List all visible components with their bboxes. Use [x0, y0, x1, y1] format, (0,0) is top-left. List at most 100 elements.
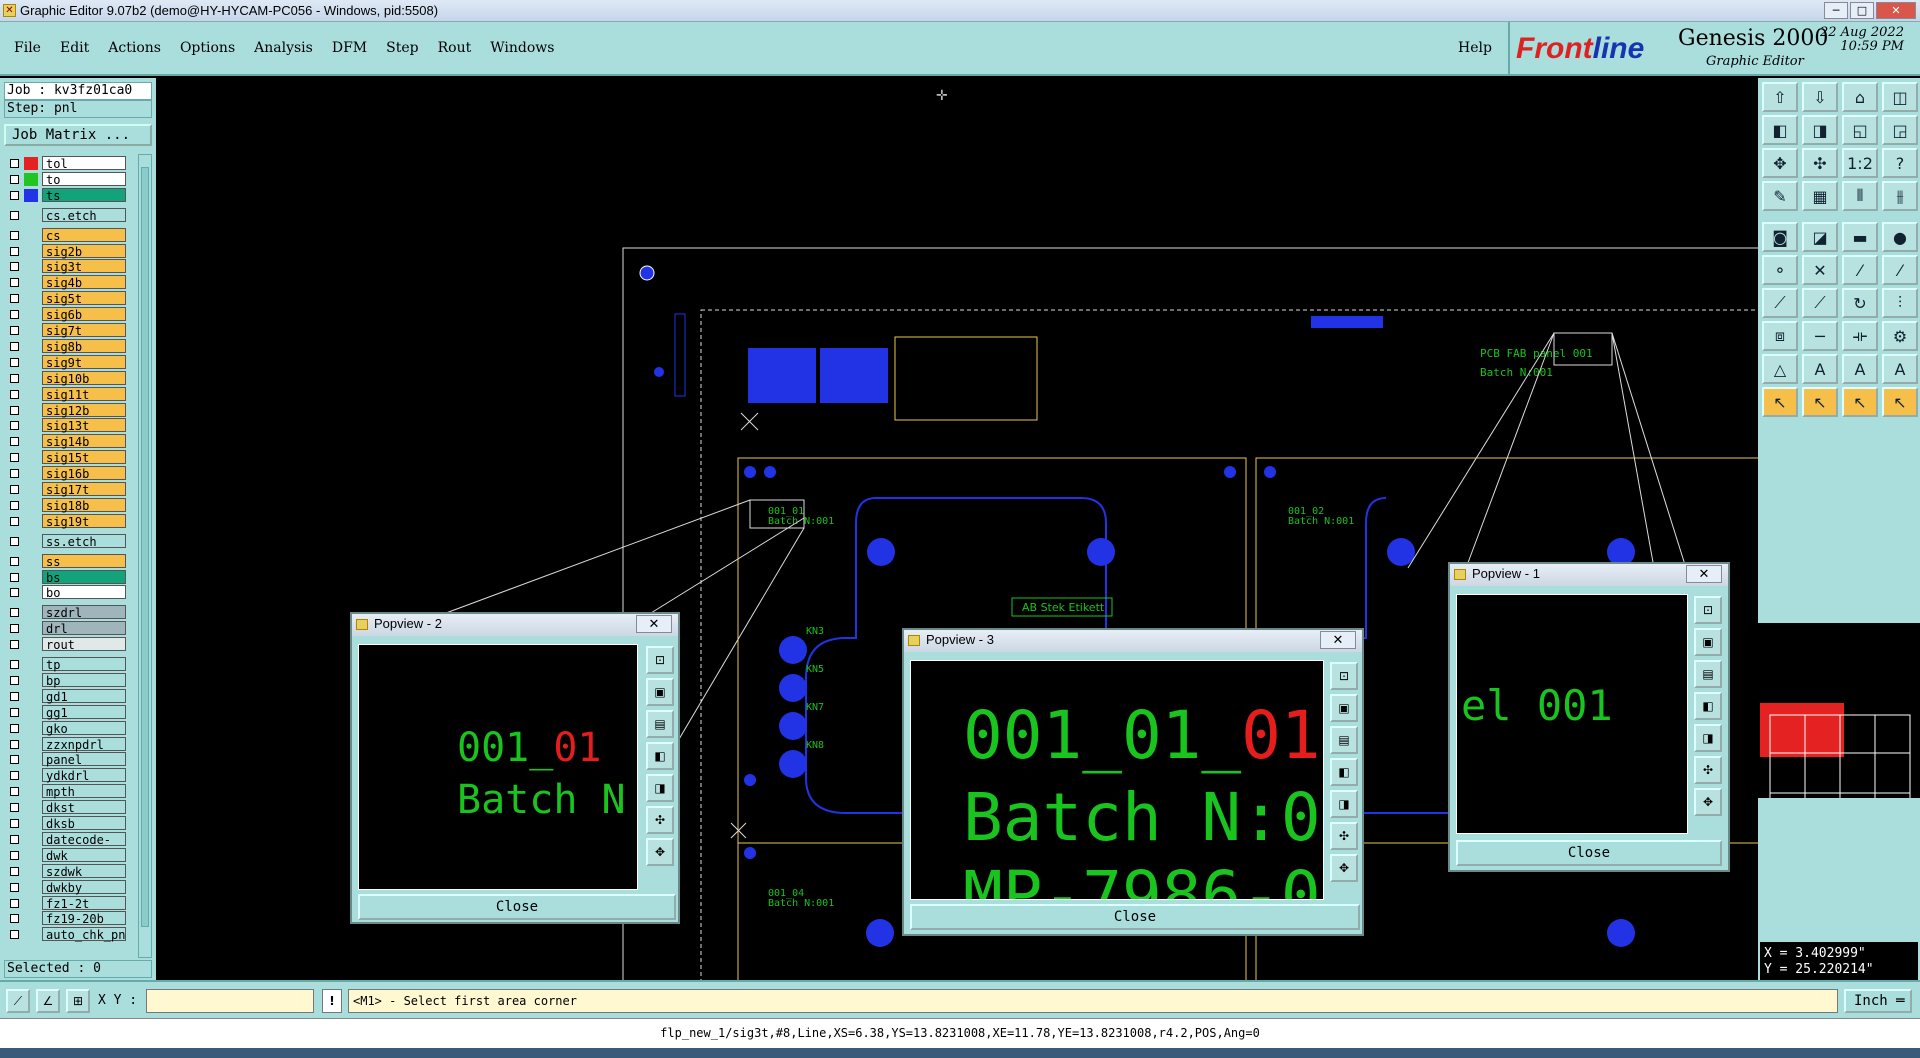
layer-row-datecode-to[interactable]: datecode-to — [4, 831, 126, 861]
layer-row-sig13t[interactable]: sig13t — [4, 418, 126, 433]
layer-row-bp[interactable]: bp — [4, 672, 126, 688]
layer-checkbox[interactable] — [10, 755, 19, 765]
layer-scrollbar[interactable] — [138, 154, 152, 958]
text-tool-a-icon[interactable]: A — [1802, 354, 1838, 384]
fit-icon[interactable]: ✣ — [646, 806, 674, 834]
layer-row-sig6b[interactable]: sig6b — [4, 307, 126, 322]
layer-row-ss[interactable]: ss — [4, 553, 126, 569]
layer-checkbox[interactable] — [10, 421, 19, 431]
layer-checkbox[interactable] — [10, 850, 19, 860]
zoom-in-icon[interactable]: ▣ — [646, 678, 674, 706]
layer-checkbox[interactable] — [10, 210, 19, 220]
zoom-fit-icon[interactable]: ✣ — [1802, 148, 1838, 178]
top-view-icon[interactable]: ⇧ — [1762, 82, 1798, 112]
layer-checkbox[interactable] — [10, 536, 19, 546]
layer-name[interactable]: sig15t — [42, 450, 126, 465]
layer-name[interactable]: dwk — [42, 847, 126, 863]
node-tool-icon[interactable]: ⚬ — [1762, 255, 1798, 285]
layer-row-auto_chk_pn[interactable]: auto_chk_pn — [4, 927, 126, 942]
popview-3[interactable]: Popview - 3 ✕ 001_01_01 Batch N:00 MP-798… — [902, 628, 1364, 936]
layer-row-sig10b[interactable]: sig10b — [4, 370, 126, 386]
layer-checkbox[interactable] — [10, 437, 19, 447]
grid-icon[interactable]: ⊞ — [66, 989, 90, 1013]
resize-tool-icon[interactable]: ⧈ — [1762, 321, 1798, 351]
layer-name[interactable]: sig8b — [42, 338, 126, 354]
layer-checkbox[interactable] — [10, 898, 19, 908]
popview-1-close-icon[interactable]: ✕ — [1686, 565, 1722, 583]
layer-name[interactable]: sig17t — [42, 482, 126, 497]
layer-checkbox[interactable] — [10, 453, 19, 463]
layer-tool-b-icon[interactable]: ⫵ — [1882, 181, 1918, 211]
layer-checkbox[interactable] — [10, 389, 19, 399]
layer-row-sig19t[interactable]: sig19t — [4, 513, 126, 529]
layer-row-szdwk[interactable]: szdwk — [4, 863, 126, 879]
zoom-in-icon[interactable]: ▣ — [1330, 694, 1358, 722]
popview-2-close-icon[interactable]: ✕ — [636, 615, 672, 633]
layer-name[interactable]: zzxnpdrl — [42, 736, 126, 752]
layer-name[interactable]: sig16b — [42, 466, 126, 481]
layer-checkbox[interactable] — [10, 624, 19, 634]
layer-checkbox[interactable] — [10, 485, 19, 494]
layer-name[interactable]: bs — [42, 569, 126, 585]
slant-tool-icon[interactable]: ⟋ — [1762, 288, 1798, 318]
layer-checkbox[interactable] — [10, 516, 19, 526]
maximize-icon[interactable]: □ — [1850, 2, 1874, 19]
window-b-icon[interactable]: ◲ — [1882, 115, 1918, 145]
triangle-tool-icon[interactable]: △ — [1762, 354, 1798, 384]
layer-checkbox[interactable] — [10, 230, 19, 240]
layer-name[interactable]: sig5t — [42, 291, 126, 306]
minimize-icon[interactable]: ─ — [1824, 2, 1848, 19]
layer-name[interactable]: tp — [42, 657, 126, 672]
layer-row-gko[interactable]: gko — [4, 720, 126, 736]
center-icon[interactable]: ✥ — [646, 838, 674, 866]
home-view-icon[interactable]: ⌂ — [1842, 82, 1878, 112]
line-tool-a-icon[interactable]: ⁄ — [1842, 255, 1878, 285]
layer-name[interactable]: sig9t — [42, 354, 126, 370]
layer-name[interactable]: auto_chk_pn — [42, 927, 126, 942]
layer-checkbox[interactable] — [10, 707, 19, 717]
layer-name[interactable]: szdwk — [42, 863, 126, 879]
measure-icon[interactable]: ∠ — [36, 989, 60, 1013]
layer-row-cs.etch[interactable]: cs.etch — [4, 207, 126, 223]
snap-center-icon[interactable]: ● — [1882, 222, 1918, 252]
layer-name[interactable]: sig12b — [42, 402, 126, 418]
right-panel-icon[interactable]: ◨ — [1802, 115, 1838, 145]
overview-map[interactable] — [1758, 623, 1920, 876]
layer-checkbox[interactable] — [10, 930, 19, 940]
layer-name[interactable]: sig3t — [42, 259, 126, 274]
layer-row-fz19-20b[interactable]: fz19-20b — [4, 911, 126, 926]
select-tool-a-icon[interactable]: ↖ — [1762, 387, 1798, 417]
layer-row-sig7t[interactable]: sig7t — [4, 323, 126, 338]
layer-checkbox[interactable] — [10, 691, 19, 701]
units-select[interactable]: Inch ═ — [1844, 989, 1912, 1013]
layer-name[interactable]: gg1 — [42, 704, 126, 720]
popview-3-close-icon[interactable]: ✕ — [1320, 631, 1356, 649]
layer-checkbox[interactable] — [10, 294, 19, 304]
layer-name[interactable]: sig13t — [42, 418, 126, 433]
popview-3-view[interactable]: 001_01_01 Batch N:00 MP-7986-0 — [910, 660, 1324, 900]
pattern-tool-icon[interactable]: ⫶ — [1882, 288, 1918, 318]
pan-tool-icon[interactable]: ✥ — [1762, 148, 1798, 178]
line-h-tool-icon[interactable]: ─ — [1802, 321, 1838, 351]
layer-checkbox[interactable] — [10, 469, 19, 479]
layer-name[interactable]: sig19t — [42, 513, 126, 529]
layer-name[interactable]: datecode-to — [42, 831, 126, 861]
layer-checkbox[interactable] — [10, 310, 19, 320]
layer-checkbox[interactable] — [10, 914, 19, 924]
snap-corner-icon[interactable]: ◪ — [1802, 222, 1838, 252]
layer-row-tp[interactable]: tp — [4, 657, 126, 672]
line-tool-b-icon[interactable]: ⁄ — [1882, 255, 1918, 285]
layer-row-sig16b[interactable]: sig16b — [4, 466, 126, 481]
fit-icon[interactable]: ✣ — [1330, 822, 1358, 850]
layer-name[interactable]: gko — [42, 720, 126, 736]
help-icon[interactable]: ? — [1882, 148, 1918, 178]
layer-name[interactable]: panel — [42, 752, 126, 767]
layer-name[interactable]: sig11t — [42, 386, 126, 402]
layer-name[interactable]: drl — [42, 621, 126, 636]
layer-name[interactable]: cs — [42, 227, 126, 243]
layer-checkbox[interactable] — [10, 341, 19, 351]
menu-rout[interactable]: Rout — [438, 40, 472, 56]
window-a-icon[interactable]: ◱ — [1842, 115, 1878, 145]
layer-checkbox[interactable] — [10, 675, 19, 685]
layer-checkbox[interactable] — [10, 278, 19, 288]
